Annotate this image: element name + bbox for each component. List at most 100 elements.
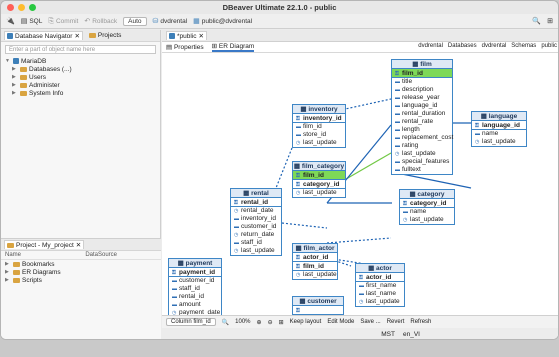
field-row[interactable]: ▬ name [472,130,526,138]
entity-actor[interactable]: ▦ actor ⚿ actor_id ▬ first_name ▬ last_name… [355,263,405,307]
chevron-right-icon[interactable]: ▶ [5,261,11,267]
crumb-schema[interactable]: public [541,43,557,49]
sql-editor-button[interactable]: ▤ SQL [21,18,43,25]
entity-film[interactable]: ▦ film ⚿ film_id ▬ title ▬ description ▬ rel… [391,59,453,175]
layout-icon[interactable]: ⊞ [279,319,284,326]
field-row[interactable]: ▬ language_id [392,102,452,110]
entity-film-actor[interactable]: ▦ film_actor ⚿ actor_id ⚿ film_id ◷ last_up… [292,243,338,280]
tab-er-diagram[interactable]: ⊞ ER Diagram [211,42,255,52]
entity-key-row[interactable]: ⚿ category_id [400,199,454,208]
perspective-button[interactable]: ⊞ [547,18,553,25]
project-item-bookmarks[interactable]: ▶ Bookmarks [5,260,157,268]
schema-select[interactable]: ▦ public@dvdrental [193,18,252,25]
field-row[interactable]: ▬ length [392,126,452,134]
tab-properties[interactable]: ▤ Properties [166,43,204,51]
field-row[interactable]: ◷ last_update [356,298,404,306]
tab-database-navigator[interactable]: Database Navigator ✕ [4,31,83,40]
entity-key-row[interactable]: ⚿ category_id [293,180,345,189]
entity-key-row[interactable]: ⚿customer_id [293,306,343,315]
field-row[interactable]: ▬ fulltext [392,166,452,174]
tab-project[interactable]: Project - My_project ✕ [4,240,85,249]
new-connection-button[interactable]: 🔌 [6,18,15,25]
entity-customer[interactable]: ▦ customer ⚿customer_id ▬store_id ▬first… [292,296,344,315]
field-row[interactable]: ▬ amount [169,301,221,309]
tree-item-administer[interactable]: ▶ Administer [5,81,156,89]
entity-language[interactable]: ▦ language ⚿ language_id ▬ name ◷ last_upda… [471,111,527,147]
field-row[interactable]: ▬ name [400,208,454,216]
crumb-schemas[interactable]: Schemas [511,43,536,49]
zoom-out-icon[interactable]: ⊖ [268,319,273,326]
crumb-database[interactable]: dvdrental [482,43,507,49]
chevron-down-icon[interactable]: ▼ [5,58,11,64]
field-row[interactable]: ◷ rental_date [231,207,281,215]
field-row[interactable]: ▬ last_name [356,290,404,298]
chevron-right-icon[interactable]: ▶ [12,90,18,96]
field-row[interactable]: ▬ film_id [293,123,345,131]
entity-key-row[interactable]: ⚿ rental_id [231,198,281,207]
project-item-er-diagrams[interactable]: ▶ ER Diagrams [5,268,157,276]
tab-public[interactable]: *public ✕ [166,31,207,40]
entity-payment[interactable]: ▦ payment ⚿ payment_id ▬ customer_id ▬ staf… [168,258,222,315]
navigator-filter-input[interactable]: Enter a part of object name here [5,45,156,54]
chevron-right-icon[interactable]: ▶ [12,82,18,88]
field-row[interactable]: ▬ special_features [392,158,452,166]
field-row[interactable]: ◷ last_update [293,139,345,147]
project-item-scripts[interactable]: ▶ Scripts [5,276,157,284]
entity-key-row[interactable]: ⚿ film_id [293,171,345,180]
field-row[interactable]: ▬ first_name [356,282,404,290]
field-row[interactable]: ▬ inventory_id [231,215,281,223]
field-row[interactable]: ▬ rental_rate [392,118,452,126]
field-row[interactable]: ◷ last_update [293,271,337,279]
field-row[interactable]: ▬ release_year [392,94,452,102]
field-row[interactable]: ◷ return_date [231,231,281,239]
entity-key-row[interactable]: ⚿ actor_id [356,273,404,282]
tree-item-mariadb[interactable]: ▼ MariaDB [5,57,156,65]
chevron-right-icon[interactable]: ▶ [12,66,18,72]
entity-key-row[interactable]: ⚿ inventory_id [293,114,345,123]
entity-key-row[interactable]: ⚿ actor_id [293,253,337,262]
revert-button[interactable]: Revert [387,319,405,325]
close-icon[interactable]: ✕ [76,241,81,249]
crumb-connection[interactable]: dvdrental [418,43,443,49]
chevron-right-icon[interactable]: ▶ [5,277,11,283]
field-row[interactable]: ▬ description [392,86,452,94]
field-row[interactable]: ▬ rental_id [169,293,221,301]
column-select[interactable]: Column film_id [166,318,216,326]
zoom-in-icon[interactable]: ⊕ [257,319,262,326]
field-row[interactable]: ▬ staff_id [231,239,281,247]
tree-item-databases[interactable]: ▶ Databases (...) [5,65,156,73]
entity-inventory[interactable]: ▦ inventory ⚿ inventory_id ▬ film_id ▬ stor… [292,104,346,148]
entity-key-row[interactable]: ⚿ film_id [293,262,337,271]
zoom-level[interactable]: 100% [235,319,250,325]
keep-layout-toggle[interactable]: Keep layout [290,319,322,325]
entity-key-row[interactable]: ⚿ film_id [392,69,452,78]
entity-key-row[interactable]: ⚿ payment_id [169,268,221,277]
field-row[interactable]: ▬ store_id [293,131,345,139]
chevron-right-icon[interactable]: ▶ [5,269,11,275]
field-row[interactable]: ◷ last_update [392,150,452,158]
entity-category[interactable]: ▦ category ⚿ category_id ▬ name ◷ last_upda… [399,189,455,225]
field-row[interactable]: ◷ last_update [400,216,454,224]
tree-item-users[interactable]: ▶ Users [5,73,156,81]
field-row[interactable]: ▬ replacement_cost [392,134,453,142]
close-icon[interactable]: ✕ [74,32,79,40]
field-row[interactable]: ▬ rental_duration [392,110,452,118]
field-row[interactable]: ▬ customer_id [231,223,281,231]
field-row[interactable]: ▬ title [392,78,452,86]
rollback-button[interactable]: ↶ Rollback [84,18,117,25]
transaction-mode-select[interactable]: Auto [123,16,147,26]
field-row[interactable]: ◷ last_update [472,138,526,146]
field-row[interactable]: ▬ rating [392,142,452,150]
entity-rental[interactable]: ▦ rental ⚿ rental_id ◷ rental_date ▬ invent… [230,188,282,256]
entity-key-row[interactable]: ⚿ language_id [472,121,526,130]
edit-mode-button[interactable]: Edit Mode [327,319,354,325]
field-row[interactable]: ◷ last_update [231,247,281,255]
entity-film-category[interactable]: ▦ film_category ⚿ film_id ⚿ category_id ◷ l… [292,161,346,198]
tab-projects[interactable]: Projects [87,32,123,39]
save-button[interactable]: Save ... [360,319,380,325]
tree-item-system-info[interactable]: ▶ System Info [5,89,156,97]
commit-button[interactable]: ⎘ Commit [48,18,78,25]
chevron-right-icon[interactable]: ▶ [12,74,18,80]
field-row[interactable]: ▬ customer_id [169,277,221,285]
search-icon[interactable]: 🔍 [222,319,229,326]
